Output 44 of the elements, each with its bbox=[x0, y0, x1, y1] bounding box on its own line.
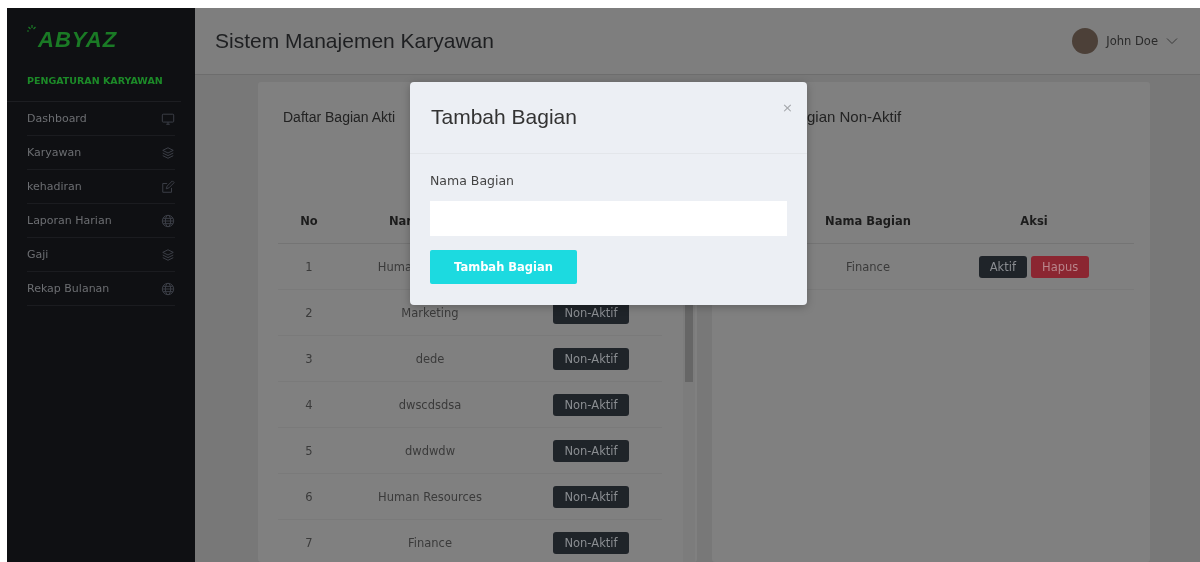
card-title: gian Non-Aktif bbox=[807, 108, 902, 125]
section-heading: PENGATURAN KARYAWAN bbox=[7, 58, 181, 102]
table-cell: 4 bbox=[278, 381, 340, 428]
sidebar-item[interactable]: Rekap Bulanan bbox=[27, 272, 175, 306]
table-cell: dwscdsdsa bbox=[340, 381, 520, 428]
edit-icon bbox=[161, 179, 175, 194]
sidebar-item[interactable]: Karyawan bbox=[27, 136, 175, 170]
page-title: Sistem Manajemen Karyawan bbox=[215, 29, 494, 53]
chevron-down-icon[interactable] bbox=[1166, 37, 1178, 45]
sidebar-item[interactable]: Dashboard bbox=[27, 102, 175, 136]
table-cell: 6 bbox=[278, 473, 340, 520]
logo: ABYAZ bbox=[38, 27, 118, 53]
globe-icon bbox=[161, 213, 175, 228]
table-cell: 7 bbox=[278, 519, 340, 562]
user-name[interactable]: John Doe bbox=[1106, 34, 1158, 48]
avatar[interactable] bbox=[1072, 28, 1099, 54]
table-cell: Human Resources bbox=[340, 473, 520, 520]
modal-title: Tambah Bagian bbox=[431, 105, 577, 130]
column-header: No bbox=[278, 199, 340, 244]
deactivate-button[interactable]: Non-Aktif bbox=[553, 531, 629, 554]
deactivate-button[interactable]: Non-Aktif bbox=[553, 439, 629, 462]
table-cell: dede bbox=[340, 335, 520, 382]
sidebar-item[interactable]: Gaji bbox=[27, 238, 175, 272]
table-cell: dwdwdw bbox=[340, 427, 520, 474]
table-cell: 2 bbox=[278, 289, 340, 336]
layers-icon bbox=[161, 247, 175, 262]
table-cell: Finance bbox=[340, 519, 520, 562]
table-cell: 1 bbox=[278, 243, 340, 290]
sidebar-item[interactable]: kehadiran bbox=[27, 170, 175, 204]
sidebar-item[interactable]: Laporan Harian bbox=[27, 204, 175, 238]
monitor-icon bbox=[161, 111, 175, 126]
column-header: Aksi bbox=[934, 199, 1134, 244]
delete-button[interactable]: Hapus bbox=[1031, 255, 1090, 278]
layers-icon bbox=[161, 145, 175, 160]
globe-icon bbox=[161, 281, 175, 296]
deactivate-button[interactable]: Non-Aktif bbox=[553, 393, 629, 416]
deactivate-button[interactable]: Non-Aktif bbox=[553, 485, 629, 508]
activate-button[interactable]: Aktif bbox=[978, 255, 1027, 278]
field-label: Nama Bagian bbox=[430, 173, 516, 188]
close-button[interactable]: × bbox=[782, 99, 793, 115]
card-title: Daftar Bagian Akti bbox=[283, 109, 396, 125]
table-cell: 5 bbox=[278, 427, 340, 474]
deactivate-button[interactable]: Non-Aktif bbox=[553, 347, 629, 370]
table-cell: 3 bbox=[278, 335, 340, 382]
